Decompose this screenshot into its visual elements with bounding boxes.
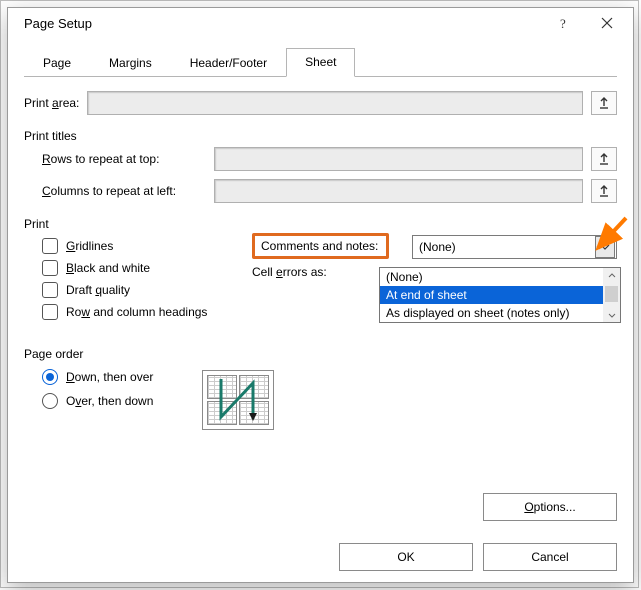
cell-errors-label: Cell errors as: (252, 265, 327, 279)
options-button[interactable]: Options... (483, 493, 617, 521)
tab-header-footer[interactable]: Header/Footer (171, 49, 286, 77)
print-header: Print (24, 211, 617, 235)
print-area-label: Print area: (24, 96, 79, 110)
rows-repeat-input[interactable] (214, 147, 583, 171)
gridlines-checkbox[interactable]: Gridlines (42, 235, 252, 257)
cols-repeat-collapse-button[interactable] (591, 179, 617, 203)
tab-page[interactable]: Page (24, 49, 90, 77)
combo-option-none[interactable]: (None) (380, 268, 620, 286)
cols-repeat-input[interactable] (214, 179, 583, 203)
page-order-preview-icon (202, 370, 274, 430)
draft-quality-checkbox[interactable]: Draft quality (42, 279, 252, 301)
rows-repeat-collapse-button[interactable] (591, 147, 617, 171)
combo-option-displayed[interactable]: As displayed on sheet (notes only) (380, 304, 620, 322)
over-then-down-radio[interactable]: Over, then down (42, 389, 617, 413)
dialog-title: Page Setup (24, 16, 541, 31)
svg-text:?: ? (560, 17, 566, 29)
combo-option-end[interactable]: At end of sheet (380, 286, 620, 304)
dropdown-scrollbar[interactable] (603, 268, 620, 322)
rows-repeat-label: Rows to repeat at top: (42, 152, 206, 166)
print-area-collapse-button[interactable] (591, 91, 617, 115)
close-button[interactable] (585, 8, 629, 38)
down-then-over-radio[interactable]: Down, then over (42, 365, 617, 389)
tab-strip: Page Margins Header/Footer Sheet (24, 46, 617, 77)
comments-notes-dropdown[interactable]: (None) (412, 235, 617, 259)
print-area-input[interactable] (87, 91, 583, 115)
tab-margins[interactable]: Margins (90, 49, 171, 77)
print-titles-header: Print titles (24, 123, 617, 147)
page-order-header: Page order (24, 341, 617, 365)
comments-dropdown-list[interactable]: (None) At end of sheet As displayed on s… (379, 267, 621, 323)
row-col-headings-checkbox[interactable]: Row and column headings (42, 301, 252, 323)
comments-notes-label: Comments and notes: (252, 233, 389, 259)
title-bar: Page Setup ? (8, 8, 633, 38)
page-setup-dialog: Page Setup ? Page Margins Header/Footer … (7, 7, 634, 583)
comments-dropdown-arrow[interactable] (595, 236, 615, 258)
cols-repeat-label: Columns to repeat at left: (42, 184, 206, 198)
help-button[interactable]: ? (541, 8, 585, 38)
ok-button[interactable]: OK (339, 543, 473, 571)
cancel-button[interactable]: Cancel (483, 543, 617, 571)
black-white-checkbox[interactable]: Black and white (42, 257, 252, 279)
tab-sheet[interactable]: Sheet (286, 48, 355, 77)
